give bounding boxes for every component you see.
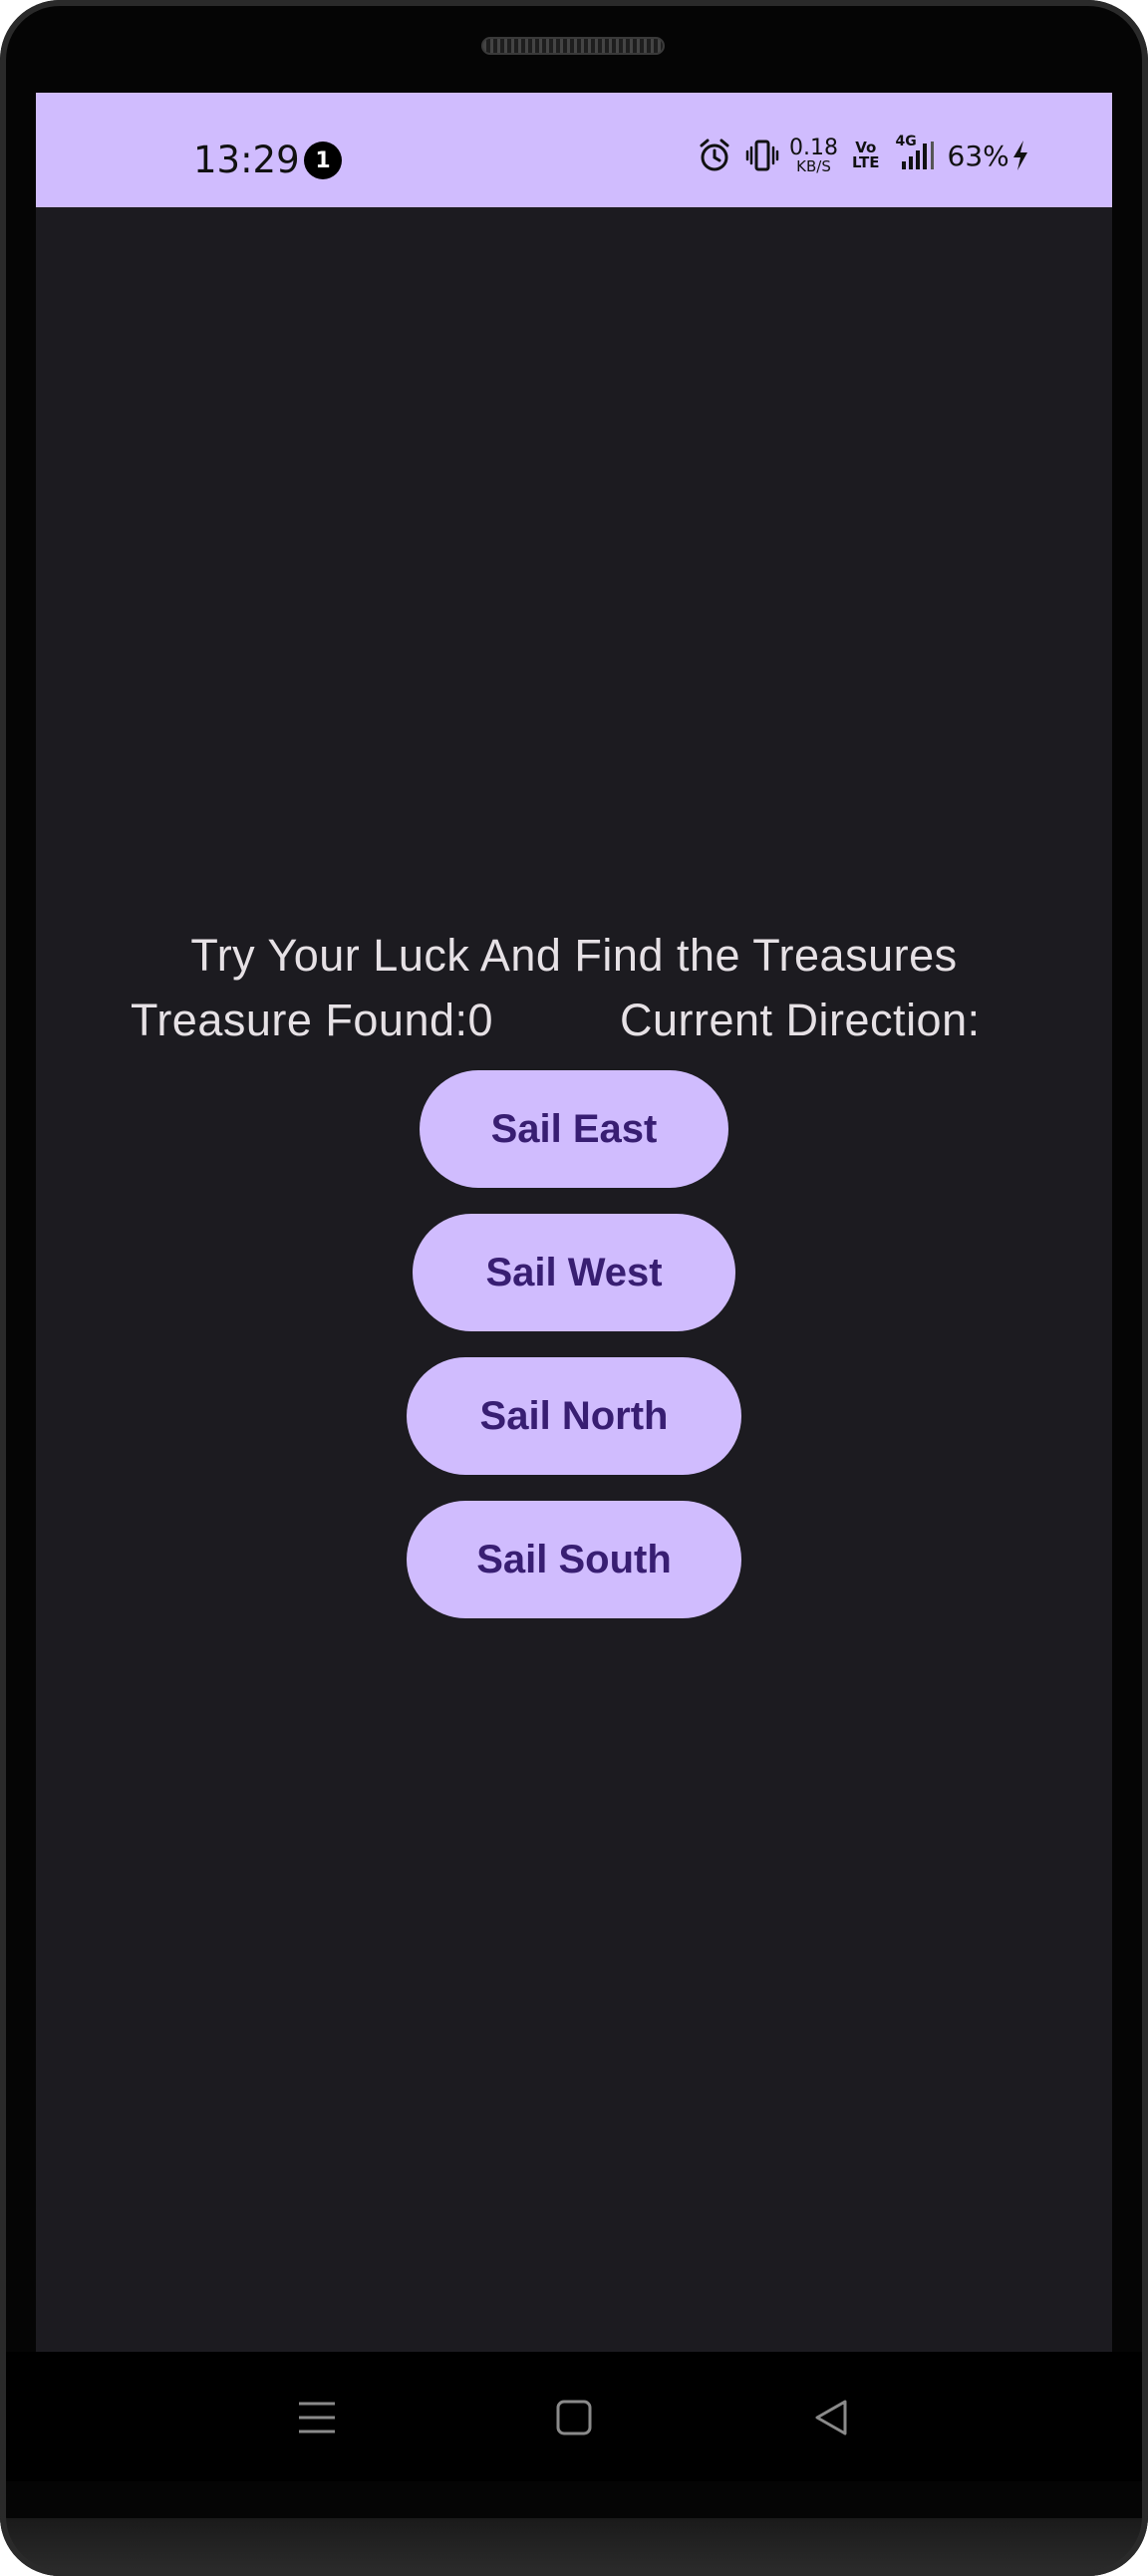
phone-frame: 13:29 1 0.18 KB/S Vo LTE 4G 63% Try Your… (0, 0, 1148, 2576)
notification-count-badge: 1 (304, 142, 342, 179)
volte-bottom: LTE (851, 153, 880, 171)
treasure-found-label: Treasure Found:0 (131, 995, 494, 1045)
home-icon[interactable] (544, 2388, 604, 2447)
status-bar: 13:29 1 0.18 KB/S Vo LTE 4G 63% (36, 93, 1112, 207)
sail-west-button[interactable]: Sail West (413, 1214, 735, 1331)
signal-icon: 4G (894, 134, 938, 173)
game-title: Try Your Luck And Find the Treasures (190, 930, 958, 981)
volte-indicator: Vo LTE (852, 141, 880, 170)
status-icons: 0.18 KB/S Vo LTE 4G 63% (698, 131, 1031, 180)
charging-icon (1009, 139, 1031, 172)
network-type: 4G (895, 134, 917, 149)
vibrate-icon (745, 138, 779, 173)
alarm-icon (698, 138, 731, 173)
menu-icon[interactable] (287, 2388, 347, 2447)
navigation-bar (0, 2352, 1148, 2481)
sail-south-button[interactable]: Sail South (407, 1501, 741, 1618)
current-direction-label: Current Direction: (620, 995, 981, 1045)
app-screen: 13:29 1 0.18 KB/S Vo LTE 4G 63% Try Your… (36, 93, 1112, 2352)
network-speed-unit: KB/S (796, 156, 831, 175)
status-time: 13:29 (193, 139, 300, 181)
back-icon[interactable] (801, 2388, 861, 2447)
network-speed-value: 0.18 (789, 135, 838, 160)
network-speed: 0.18 KB/S (789, 135, 838, 175)
sail-north-button[interactable]: Sail North (407, 1357, 741, 1475)
sail-east-button[interactable]: Sail East (420, 1070, 728, 1188)
earpiece-speaker (481, 37, 665, 55)
phone-bottom-bezel (0, 2518, 1148, 2576)
battery-percent: 63% (947, 139, 1009, 172)
